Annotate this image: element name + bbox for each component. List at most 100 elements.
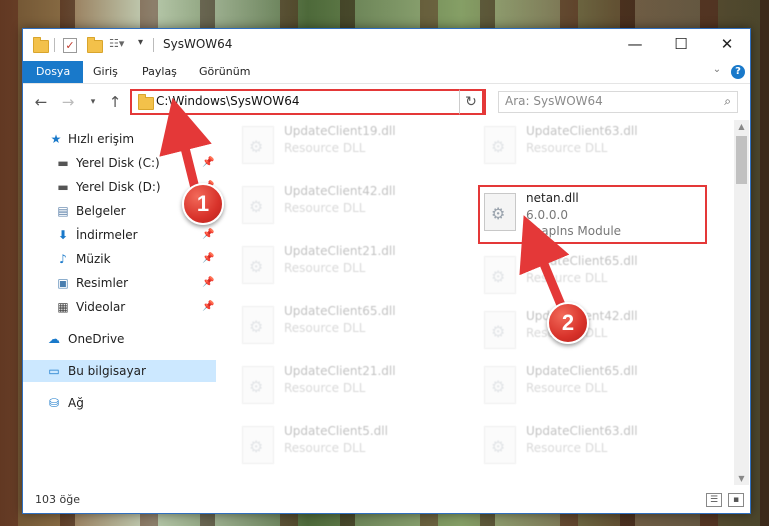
search-placeholder: Ara: SysWOW64: [505, 94, 603, 108]
sidebar-item-pictures[interactable]: ▣ Resimler 📌: [23, 272, 216, 294]
file-name: UpdateClient65.dll: [526, 364, 638, 378]
file-name: UpdateClient63.dll: [526, 124, 638, 138]
list-item[interactable]: UpdateClient63.dll Resource DLL: [480, 420, 705, 472]
address-path[interactable]: C:\Windows\SysWOW64: [156, 94, 300, 108]
dll-file-icon: [242, 246, 274, 284]
pin-icon[interactable]: 📌: [202, 277, 214, 288]
file-type: Resource DLL: [284, 201, 366, 215]
dll-file-icon: [484, 126, 516, 164]
scrollbar-thumb[interactable]: [736, 136, 747, 184]
refresh-button[interactable]: ↻: [459, 89, 484, 115]
sidebar-item-label: OneDrive: [68, 332, 125, 346]
list-item[interactable]: UpdateClient5.dll Resource DLL: [238, 420, 463, 472]
list-item[interactable]: UpdateClient42.dll Resource DLL: [480, 305, 705, 357]
recent-locations-icon[interactable]: ▾: [84, 93, 102, 111]
tab-paylas[interactable]: Paylaş: [132, 61, 187, 83]
maximize-button[interactable]: ☐: [658, 29, 704, 61]
sidebar-item-music[interactable]: ♪ Müzik 📌: [23, 248, 216, 270]
file-name: UpdateClient65.dll: [526, 254, 638, 268]
search-input[interactable]: Ara: SysWOW64 ⌕: [498, 91, 738, 113]
sidebar-item-label: Ağ: [68, 396, 84, 410]
navigation-bar: ← → ▾ ↑ C:\Windows\SysWOW64 ⌄ ↻ Ara: Sys…: [23, 83, 750, 120]
close-button[interactable]: ✕: [704, 29, 750, 61]
file-type: Resource DLL: [284, 441, 366, 455]
drive-icon: ▬: [57, 180, 69, 194]
list-item[interactable]: UpdateClient63.dll Resource DLL: [480, 120, 705, 172]
dll-file-icon: [484, 193, 516, 231]
details-view-icon[interactable]: ☰: [706, 493, 722, 507]
file-type: Resource DLL: [526, 271, 608, 285]
file-type: Resource DLL: [284, 381, 366, 395]
minimize-button[interactable]: —: [612, 29, 658, 61]
navigation-pane: ★ Hızlı erişim ▬ Yerel Disk (C:) 📌 ▬ Yer…: [23, 120, 216, 485]
ribbon-tabs: Dosya Giriş Paylaş Görünüm ⌄ ?: [23, 61, 750, 83]
pictures-icon: ▣: [57, 276, 69, 290]
sidebar-item-local-disk-c[interactable]: ▬ Yerel Disk (C:) 📌: [23, 152, 216, 174]
sidebar-item-label: Yerel Disk (D:): [76, 180, 161, 194]
search-icon[interactable]: ⌕: [724, 94, 731, 109]
sidebar-item-quick-access[interactable]: ★ Hızlı erişim: [23, 128, 216, 150]
sidebar-item-videos[interactable]: ▦ Videolar 📌: [23, 296, 216, 318]
window-title: SysWOW64: [163, 37, 233, 51]
divider: [153, 38, 154, 52]
list-item[interactable]: UpdateClient65.dll Resource DLL: [480, 250, 705, 302]
file-name: UpdateClient21.dll: [284, 364, 396, 378]
dll-file-icon: [242, 366, 274, 404]
customize-toolbar-icon[interactable]: ▾: [138, 37, 143, 48]
list-item[interactable]: UpdateClient65.dll Resource DLL: [238, 300, 463, 352]
netan-dll-file[interactable]: netan.dll 6.0.0.0 SnapIns Module: [478, 185, 707, 244]
back-icon[interactable]: ←: [32, 93, 50, 111]
file-explorer-window: ✓ ☷▾ ▾ SysWOW64 — ☐ ✕ Dosya Giriş Paylaş…: [22, 28, 751, 514]
properties-icon[interactable]: ✓: [63, 38, 77, 53]
documents-icon: ▤: [57, 204, 69, 218]
forward-icon[interactable]: →: [59, 93, 77, 111]
sidebar-item-downloads[interactable]: ⬇ İndirmeler 📌: [23, 224, 216, 246]
new-folder-icon[interactable]: [87, 37, 103, 53]
file-type: Resource DLL: [526, 381, 608, 395]
drive-icon: ▬: [57, 156, 69, 170]
pin-icon[interactable]: 📌: [202, 301, 214, 312]
dll-file-icon: [242, 126, 274, 164]
cloud-icon: ☁: [48, 332, 60, 346]
scroll-down-icon[interactable]: ▼: [734, 474, 749, 483]
tab-giris[interactable]: Giriş: [83, 61, 128, 83]
file-type: Resource DLL: [284, 141, 366, 155]
title-bar: ✓ ☷▾ ▾ SysWOW64 — ☐ ✕: [23, 29, 750, 61]
list-item[interactable]: UpdateClient65.dll Resource DLL: [480, 360, 705, 412]
file-type: Resource DLL: [526, 141, 608, 155]
sidebar-item-onedrive[interactable]: ☁ OneDrive: [23, 328, 216, 350]
view-options-icon[interactable]: ☷▾: [109, 37, 124, 50]
list-item[interactable]: UpdateClient42.dll Resource DLL: [238, 180, 463, 232]
file-name: UpdateClient42.dll: [284, 184, 396, 198]
list-item[interactable]: UpdateClient21.dll Resource DLL: [238, 240, 463, 292]
folder-icon: [33, 37, 49, 53]
sidebar-item-label: Videolar: [76, 300, 126, 314]
dll-file-icon: [484, 366, 516, 404]
videos-icon: ▦: [57, 300, 69, 314]
pin-icon[interactable]: 📌: [202, 253, 214, 264]
dll-file-icon: [242, 186, 274, 224]
help-icon[interactable]: ?: [731, 65, 745, 79]
status-bar: 103 öğe ☰ ▪: [23, 487, 750, 513]
sidebar-item-label: Belgeler: [76, 204, 126, 218]
star-icon: ★: [50, 132, 62, 146]
file-type: Resource DLL: [284, 261, 366, 275]
network-icon: ⛁: [48, 396, 60, 410]
scroll-up-icon[interactable]: ▲: [734, 122, 749, 131]
expand-ribbon-icon[interactable]: ⌄: [710, 64, 724, 78]
tab-dosya[interactable]: Dosya: [23, 61, 84, 83]
tab-gorunum[interactable]: Görünüm: [189, 61, 260, 83]
dll-file-icon: [484, 311, 516, 349]
vertical-scrollbar[interactable]: ▲ ▼: [734, 120, 749, 485]
sidebar-item-label: İndirmeler: [76, 228, 138, 242]
address-bar[interactable]: C:\Windows\SysWOW64 ⌄: [130, 89, 486, 115]
up-icon[interactable]: ↑: [106, 93, 124, 111]
pin-icon[interactable]: 📌: [202, 157, 214, 168]
sidebar-item-network[interactable]: ⛁ Ağ: [23, 392, 216, 414]
list-item[interactable]: UpdateClient19.dll Resource DLL: [238, 120, 463, 172]
sidebar-item-this-pc[interactable]: ▭ Bu bilgisayar: [23, 360, 216, 382]
file-name: UpdateClient5.dll: [284, 424, 388, 438]
pin-icon[interactable]: 📌: [202, 229, 214, 240]
list-item[interactable]: UpdateClient21.dll Resource DLL: [238, 360, 463, 412]
large-icons-view-icon[interactable]: ▪: [728, 493, 744, 507]
